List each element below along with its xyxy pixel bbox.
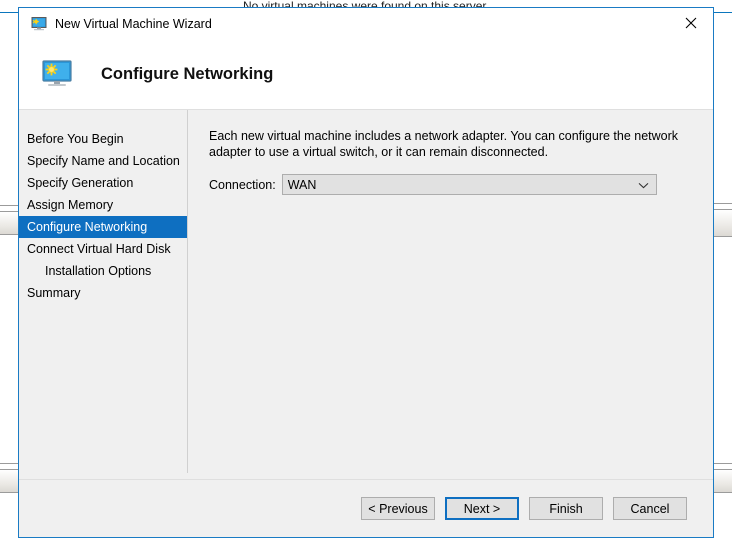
finish-button[interactable]: Finish [529,497,603,520]
sidebar-item-label: Before You Begin [27,132,124,146]
previous-button[interactable]: < Previous [361,497,435,520]
sidebar-item-installation-options[interactable]: Installation Options [19,260,187,282]
virtual-machine-icon [31,16,47,32]
wizard-step-nav: Before You Begin Specify Name and Locati… [19,110,187,479]
sidebar-item-label: Specify Name and Location [27,154,180,168]
sidebar-item-connect-virtual-hard-disk[interactable]: Connect Virtual Hard Disk [19,238,187,260]
sidebar-item-label: Summary [27,286,80,300]
connection-label: Connection: [209,178,276,192]
close-icon[interactable] [668,8,713,38]
sidebar-item-specify-generation[interactable]: Specify Generation [19,172,187,194]
cancel-button[interactable]: Cancel [613,497,687,520]
sidebar-item-label: Configure Networking [27,220,147,234]
description-text: Each new virtual machine includes a netw… [209,128,691,160]
dialog-titlebar: New Virtual Machine Wizard [19,8,713,39]
background-left-panel-tab-lower [0,469,18,493]
sidebar-item-configure-networking[interactable]: Configure Networking [19,216,187,238]
sidebar-item-label: Assign Memory [27,198,113,212]
page-title: Configure Networking [101,65,273,84]
dialog-title: New Virtual Machine Wizard [55,17,212,31]
sidebar-item-before-you-begin[interactable]: Before You Begin [19,128,187,150]
sidebar-item-specify-name-and-location[interactable]: Specify Name and Location [19,150,187,172]
next-button[interactable]: Next > [445,497,519,520]
chevron-down-icon [638,178,649,192]
connection-dropdown[interactable]: WAN [282,174,657,195]
connection-selected-value: WAN [288,178,317,192]
dialog-body: Before You Begin Specify Name and Locati… [19,110,713,479]
dialog-header: Configure Networking [19,39,713,110]
sidebar-item-label: Specify Generation [27,176,133,190]
connection-row: Connection: WAN [209,174,691,195]
dialog-footer: < Previous Next > Finish Cancel [19,479,713,537]
background-left-panel-tab [0,211,18,235]
sidebar-item-summary[interactable]: Summary [19,282,187,304]
new-virtual-machine-wizard-dialog: New Virtual Machine Wizard [18,7,714,538]
sidebar-item-label: Installation Options [45,264,151,278]
sidebar-item-assign-memory[interactable]: Assign Memory [19,194,187,216]
sidebar-item-label: Connect Virtual Hard Disk [27,242,171,256]
background-left-rule-lower [0,463,18,464]
sidebar-divider [187,110,188,473]
wizard-content-pane: Each new virtual machine includes a netw… [187,110,713,479]
virtual-machine-icon [41,58,73,90]
background-left-rule [0,205,18,206]
